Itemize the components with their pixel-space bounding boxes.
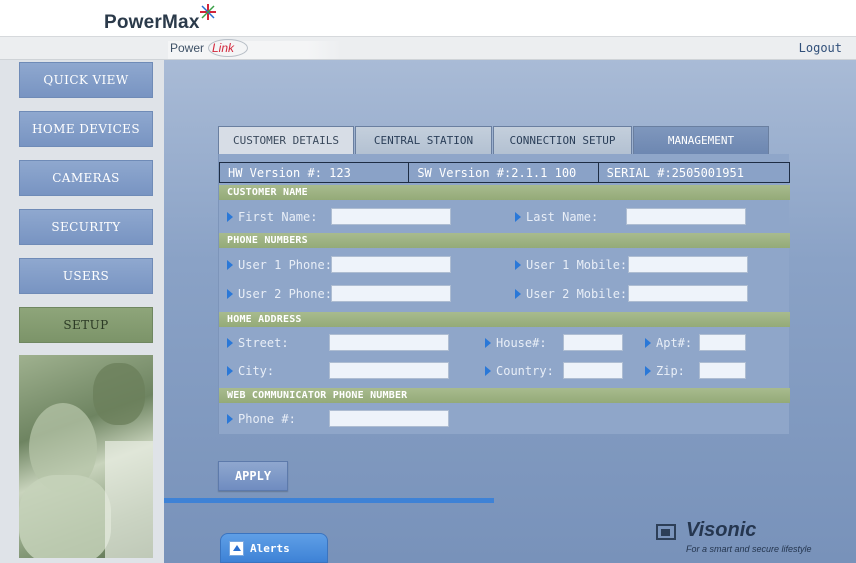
user1-mobile-label-text: User 1 Mobile: <box>526 257 628 272</box>
section-customer-name: CUSTOMER NAME <box>219 185 790 200</box>
section-phone-numbers: PHONE NUMBERS <box>219 233 790 248</box>
zip-label-text: Zip: <box>656 363 685 378</box>
section-web-communicator: WEB COMMUNICATOR PHONE NUMBER <box>219 388 790 403</box>
alerts-strip <box>164 498 494 503</box>
sub-header-bar: Power Link Logout <box>0 36 856 60</box>
arrow-right-icon <box>227 211 233 222</box>
arrow-right-icon <box>645 337 651 348</box>
country-input[interactable] <box>563 362 623 379</box>
photo-shape <box>19 475 111 558</box>
user1-phone-label: User 1 Phone: <box>227 256 332 273</box>
last-name-label-text: Last Name: <box>526 209 599 224</box>
zip-input[interactable] <box>699 362 746 379</box>
house-input[interactable] <box>563 334 623 351</box>
arrow-right-icon <box>515 288 521 299</box>
user2-mobile-label-text: User 2 Mobile: <box>526 286 628 301</box>
powerlink-link-emblem: Link <box>208 39 248 57</box>
photo-shape <box>93 363 145 425</box>
customer-details-panel: HW Version #: 123 SW Version #:2.1.1 100… <box>218 154 790 434</box>
phone-label-text: Phone #: <box>238 411 296 426</box>
photo-shape <box>105 441 153 558</box>
user1-mobile-input[interactable] <box>628 256 748 273</box>
arrow-right-icon <box>485 337 491 348</box>
user2-mobile-label: User 2 Mobile: <box>515 285 627 302</box>
arrow-right-icon <box>485 365 491 376</box>
tab-connection-setup[interactable]: CONNECTION SETUP <box>493 126 632 154</box>
city-label: City: <box>227 362 274 379</box>
user2-phone-label-text: User 2 Phone: <box>238 286 332 301</box>
user1-phone-label-text: User 1 Phone: <box>238 257 332 272</box>
sw-version: SW Version #:2.1.1 100 <box>409 163 599 182</box>
street-input[interactable] <box>329 334 449 351</box>
brand-name: PowerMax <box>104 12 200 33</box>
arrow-right-icon <box>227 365 233 376</box>
nav-cameras-button[interactable]: CAMERAS <box>19 160 153 196</box>
chevron-up-icon <box>229 540 244 556</box>
arrow-right-icon <box>227 337 233 348</box>
powerlink-link-text: Link <box>212 41 235 55</box>
nav-users-button[interactable]: USERS <box>19 258 153 294</box>
powerlink-power-text: Power <box>170 41 205 55</box>
apt-label: Apt#: <box>645 334 692 351</box>
alerts-label: Alerts <box>250 541 290 555</box>
sparkle-icon <box>200 4 216 20</box>
street-label-text: Street: <box>238 335 289 350</box>
visonic-logo: Visonic For a smart and secure lifestyle <box>648 519 818 556</box>
logout-link[interactable]: Logout <box>799 41 842 55</box>
user2-phone-label: User 2 Phone: <box>227 285 332 302</box>
arrow-right-icon <box>515 211 521 222</box>
arrow-right-icon <box>227 413 233 424</box>
last-name-label: Last Name: <box>515 208 598 225</box>
nav-home-devices-button[interactable]: HOME DEVICES <box>19 111 153 147</box>
user1-phone-input[interactable] <box>331 256 451 273</box>
house-label-text: House#: <box>496 335 547 350</box>
visonic-icon <box>656 524 676 540</box>
user1-mobile-label: User 1 Mobile: <box>515 256 627 273</box>
tab-management[interactable]: MANAGEMENT <box>633 126 769 154</box>
zip-label: Zip: <box>645 362 685 379</box>
apt-input[interactable] <box>699 334 746 351</box>
first-name-input[interactable] <box>331 208 451 225</box>
nav-security-button[interactable]: SECURITY <box>19 209 153 245</box>
arrow-right-icon <box>227 259 233 270</box>
visonic-brand: Visonic <box>686 519 757 541</box>
visonic-tagline: For a smart and secure lifestyle <box>686 544 812 554</box>
nav-quick-view-button[interactable]: QUICK VIEW <box>19 62 153 98</box>
apply-button[interactable]: APPLY <box>218 461 288 491</box>
apt-label-text: Apt#: <box>656 335 693 350</box>
setup-tabs: CUSTOMER DETAILS CENTRAL STATION CONNECT… <box>218 126 769 154</box>
arrow-right-icon <box>645 365 651 376</box>
last-name-input[interactable] <box>626 208 746 225</box>
tab-central-station[interactable]: CENTRAL STATION <box>355 126 492 154</box>
first-name-label: First Name: <box>227 208 317 225</box>
city-input[interactable] <box>329 362 449 379</box>
first-name-label-text: First Name: <box>238 209 318 224</box>
city-label-text: City: <box>238 363 275 378</box>
country-label-text: Country: <box>496 363 554 378</box>
version-info-row: HW Version #: 123 SW Version #:2.1.1 100… <box>219 162 790 183</box>
house-label: House#: <box>485 334 547 351</box>
arrow-right-icon <box>227 288 233 299</box>
user2-mobile-input[interactable] <box>628 285 748 302</box>
main-content: CUSTOMER DETAILS CENTRAL STATION CONNECT… <box>164 60 856 563</box>
alerts-tab[interactable]: Alerts <box>220 533 328 563</box>
tab-customer-details[interactable]: CUSTOMER DETAILS <box>218 126 354 154</box>
nav-setup-button[interactable]: SETUP <box>19 307 153 343</box>
powerlink-logo: Power Link <box>168 39 342 59</box>
user2-phone-input[interactable] <box>331 285 451 302</box>
arrow-right-icon <box>515 259 521 270</box>
powermax-logo: PowerMax <box>104 4 216 36</box>
phone-input[interactable] <box>329 410 449 427</box>
family-photo <box>19 355 153 558</box>
country-label: Country: <box>485 362 554 379</box>
sidebar: QUICK VIEW HOME DEVICES CAMERAS SECURITY… <box>0 60 164 563</box>
section-home-address: HOME ADDRESS <box>219 312 790 327</box>
serial-number: SERIAL #:2505001951 <box>606 165 744 180</box>
hw-version: HW Version #: 123 <box>220 163 410 182</box>
street-label: Street: <box>227 334 289 351</box>
phone-label: Phone #: <box>227 410 296 427</box>
